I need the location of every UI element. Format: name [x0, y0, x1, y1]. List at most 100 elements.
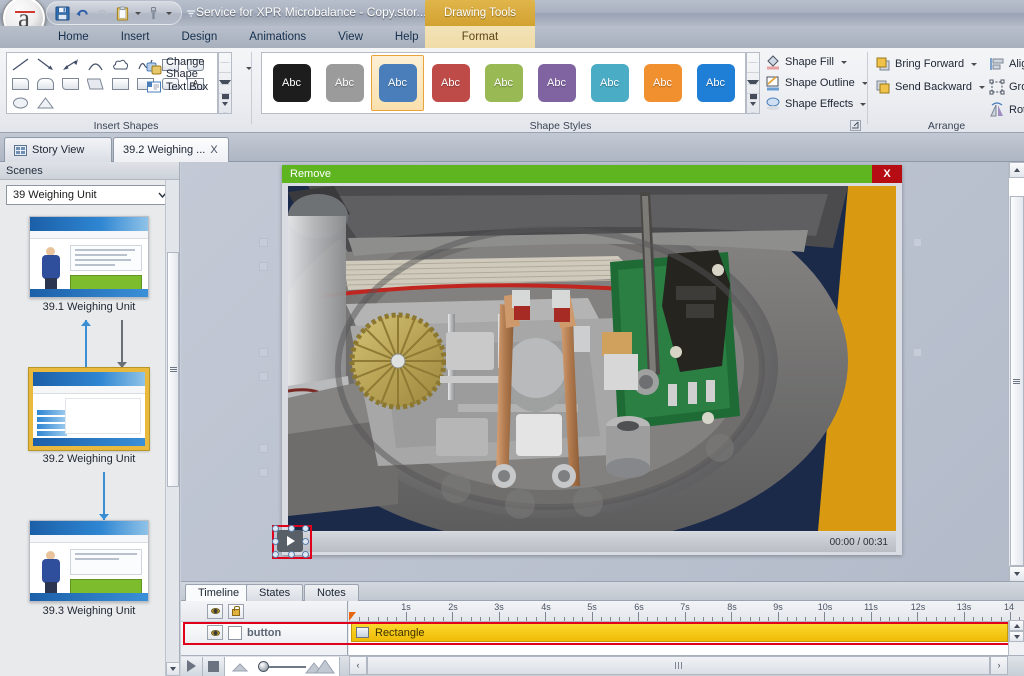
timeline-hscroll-thumb[interactable]: [367, 656, 990, 675]
shape-style-8[interactable]: Abc: [689, 55, 742, 111]
send-backward-dropdown-icon[interactable]: [979, 86, 985, 89]
shape-arrow-icon[interactable]: [33, 55, 58, 74]
thumbnail-preview-selected[interactable]: [29, 368, 149, 450]
slide-thumbnail-39-3[interactable]: 39.3 Weighing Unit: [29, 520, 149, 617]
shape-double-arrow-icon[interactable]: [58, 55, 83, 74]
tab-story-view[interactable]: Story View: [4, 137, 112, 162]
change-shape-button[interactable]: Change Shape: [146, 56, 252, 80]
play-button-object[interactable]: [277, 530, 303, 552]
canvas-vertical-scrollbar[interactable]: [1008, 162, 1024, 582]
tab-insert[interactable]: Insert: [105, 26, 166, 48]
resize-handle-middle-left[interactable]: [272, 538, 279, 545]
shape-triangle-icon[interactable]: [33, 93, 58, 112]
shape-cloud-icon[interactable]: [108, 55, 133, 74]
resize-handle-middle-right[interactable]: [302, 538, 309, 545]
timeline-play-button[interactable]: [181, 657, 203, 676]
tab-notes[interactable]: Notes: [304, 584, 359, 602]
video-frame[interactable]: [288, 186, 896, 531]
canvas-scroll-thumb[interactable]: [1010, 196, 1024, 566]
shape-effects-button[interactable]: Shape Effects: [765, 96, 868, 112]
lock-icon[interactable]: [228, 604, 244, 619]
canvas-scroll-down-icon[interactable]: [1009, 566, 1024, 582]
timeline-scroll-right-icon[interactable]: ›: [990, 656, 1008, 675]
shape-rectangle-2-icon[interactable]: [108, 74, 133, 93]
bring-forward-dropdown-icon[interactable]: [971, 63, 977, 66]
align-button[interactable]: Alig: [989, 56, 1024, 72]
resize-handle-top-right[interactable]: [302, 525, 309, 532]
timeline-stop-button[interactable]: [203, 657, 225, 676]
slide-thumbnail-39-2[interactable]: 39.2 Weighing Unit: [29, 368, 149, 465]
shape-line-icon[interactable]: [8, 55, 33, 74]
timeline-clip-rectangle[interactable]: Rectangle: [351, 623, 1008, 642]
text-box-button[interactable]: Text Box: [146, 79, 208, 95]
timeline-scroll-down-icon[interactable]: [1009, 631, 1024, 642]
zoom-in-icon[interactable]: [305, 660, 335, 676]
shape-style-0[interactable]: Abc: [265, 55, 318, 111]
shape-style-2-selected[interactable]: Abc: [371, 55, 424, 111]
timeline-vertical-scrollbar[interactable]: [1008, 620, 1024, 655]
shape-outline-button[interactable]: Shape Outline: [765, 75, 868, 91]
thumbnail-preview[interactable]: [29, 520, 149, 602]
video-seek-track[interactable]: [288, 532, 830, 552]
player-close-button[interactable]: X: [872, 165, 902, 183]
shape-style-4[interactable]: Abc: [477, 55, 530, 111]
timeline-ruler[interactable]: 1s 2s 3s 4s 5s 6s 7s 8s 9s 10s 11s 12s 1…: [349, 601, 1008, 622]
styles-scroll-down-icon[interactable]: [747, 73, 759, 93]
shape-style-6[interactable]: Abc: [583, 55, 636, 111]
timeline-horizontal-scrollbar[interactable]: ‹ ›: [349, 655, 1008, 676]
timeline-track-row[interactable]: Rectangle: [349, 622, 1008, 643]
shape-style-3[interactable]: Abc: [424, 55, 477, 111]
tab-slide-39-2[interactable]: 39.2 Weighing ... X: [113, 137, 229, 162]
shape-styles-gallery[interactable]: Abc Abc Abc Abc Abc Abc Abc Abc Abc: [261, 52, 746, 114]
scenes-filmstrip[interactable]: 39.1 Weighing Unit: [0, 210, 180, 676]
eye-icon[interactable]: [207, 625, 223, 640]
shape-oval-icon[interactable]: [8, 93, 33, 112]
scene-dropdown[interactable]: 39 Weighing Unit: [6, 185, 173, 205]
tab-home[interactable]: Home: [42, 26, 105, 48]
styles-gallery-expand-icon[interactable]: [747, 94, 759, 113]
zoom-out-icon[interactable]: [231, 663, 249, 675]
tab-format[interactable]: Format: [425, 26, 535, 48]
tab-view[interactable]: View: [322, 26, 379, 48]
shape-style-5[interactable]: Abc: [530, 55, 583, 111]
resize-handle-top-left[interactable]: [272, 525, 279, 532]
timeline-scroll-left-icon[interactable]: ‹: [349, 656, 367, 675]
close-icon[interactable]: X: [210, 144, 217, 156]
canvas-scroll-up-icon[interactable]: [1009, 162, 1024, 178]
tab-animations[interactable]: Animations: [233, 26, 322, 48]
send-backward-button[interactable]: Send Backward: [875, 79, 985, 95]
format-painter-icon[interactable]: [144, 4, 162, 22]
slide-thumbnail-39-1[interactable]: 39.1 Weighing Unit: [29, 216, 149, 313]
timeline-zoom-slider[interactable]: [225, 657, 340, 676]
shape-fill-dropdown-icon[interactable]: [841, 61, 847, 64]
thumbnail-preview[interactable]: [29, 216, 149, 298]
bring-forward-button[interactable]: Bring Forward: [875, 56, 977, 72]
shape-fill-button[interactable]: Shape Fill: [765, 54, 868, 70]
shape-style-1[interactable]: Abc: [318, 55, 371, 111]
tab-design[interactable]: Design: [165, 26, 233, 48]
video-player-object[interactable]: Remove X: [282, 165, 902, 555]
resize-handle-bottom-left[interactable]: [272, 551, 279, 558]
shape-arc-icon[interactable]: [83, 55, 108, 74]
video-control-bar[interactable]: 00:00 / 00:31: [288, 532, 896, 552]
timeline-object-row-button[interactable]: button: [181, 622, 347, 643]
tab-timeline[interactable]: Timeline: [185, 584, 252, 602]
scenes-scroll-thumb[interactable]: [167, 252, 179, 487]
resize-handle-bottom-center[interactable]: [288, 551, 295, 558]
shape-style-7[interactable]: Abc: [636, 55, 689, 111]
title-dropdown-icon[interactable]: [186, 9, 196, 21]
format-painter-dropdown-arrow-icon[interactable]: [164, 4, 173, 22]
resize-handle-top-center[interactable]: [288, 525, 295, 532]
slide-canvas[interactable]: Remove X: [181, 162, 1024, 582]
save-icon[interactable]: [53, 4, 71, 22]
shape-folded-corner-icon[interactable]: [58, 74, 83, 93]
scenes-scrollbar[interactable]: [165, 180, 179, 676]
timeline-scroll-up-icon[interactable]: [1009, 620, 1024, 631]
paste-icon[interactable]: [113, 4, 131, 22]
shape-round-top-rectangle-icon[interactable]: [33, 74, 58, 93]
resize-handle-bottom-right[interactable]: [302, 551, 309, 558]
shape-effects-dropdown-icon[interactable]: [860, 103, 866, 106]
paste-dropdown-arrow-icon[interactable]: [133, 4, 142, 22]
rotate-button[interactable]: Rot: [989, 102, 1024, 118]
shape-styles-scroll[interactable]: [746, 52, 760, 114]
